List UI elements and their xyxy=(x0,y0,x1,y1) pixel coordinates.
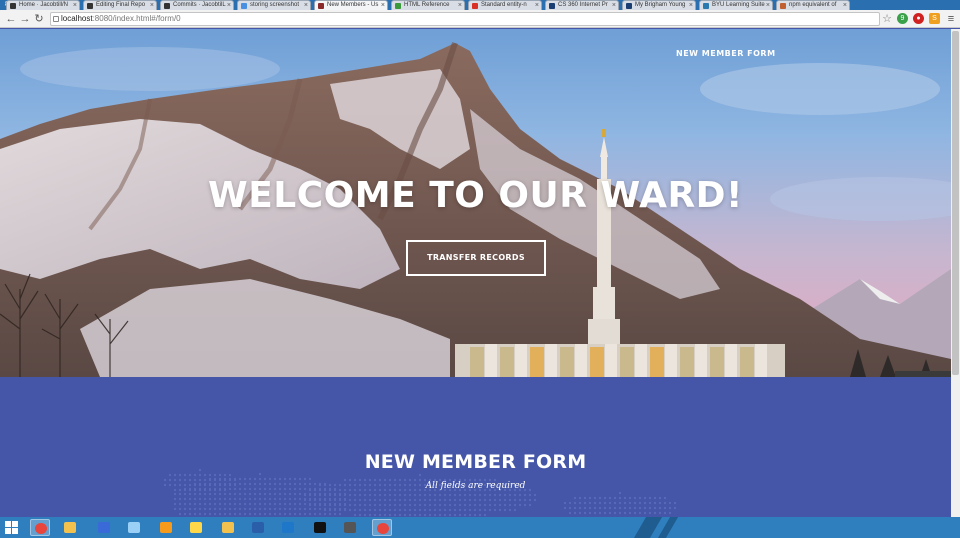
windows-taskbar xyxy=(0,517,960,538)
tab-favicon-icon xyxy=(318,3,324,9)
tab-label: Standard entity-n xyxy=(481,2,527,8)
browser-tab[interactable]: New Members - Us × xyxy=(314,0,388,10)
browser-tab-strip: 8 Home · Jacobtill/N×Editing Final Repo×… xyxy=(0,0,960,10)
new-member-form-section xyxy=(0,377,951,517)
tab-close-icon[interactable]: × xyxy=(458,1,462,10)
browser-tab[interactable]: BYU Learning Suite × xyxy=(699,0,773,10)
tab-label: My Brigham Young xyxy=(635,2,686,8)
transfer-records-button[interactable]: TRANSFER RECORDS xyxy=(406,240,546,276)
tab-favicon-icon xyxy=(241,3,247,9)
tab-label: New Members - Us xyxy=(327,2,379,8)
terminal-icon xyxy=(314,522,326,533)
browser-tab[interactable]: HTML Reference × xyxy=(391,0,465,10)
tab-favicon-icon xyxy=(780,3,786,9)
back-icon[interactable]: ← xyxy=(4,12,18,26)
form-subtitle: All fields are required xyxy=(425,481,526,491)
browser-tab[interactable]: Commits · JacobtilL × xyxy=(160,0,234,10)
taskbar-terminal-button[interactable] xyxy=(310,519,330,536)
star-bookmark-icon[interactable]: ☆ xyxy=(880,12,894,26)
tab-label: Commits · JacobtilL xyxy=(173,2,226,8)
chrome-menu-icon[interactable]: ≡ xyxy=(944,12,958,26)
file-explorer-icon xyxy=(64,522,76,533)
tab-close-icon[interactable]: × xyxy=(843,1,847,10)
taskbar-chrome-2-button[interactable] xyxy=(372,519,392,536)
tab-favicon-icon xyxy=(164,3,170,9)
browser-tab[interactable]: My Brigham Young × xyxy=(622,0,696,10)
tab-label: BYU Learning Suite xyxy=(712,2,765,8)
tab-close-icon[interactable]: × xyxy=(227,1,231,10)
taskbar-paint-button[interactable] xyxy=(218,519,238,536)
forward-icon[interactable]: → xyxy=(18,12,32,26)
browser-tab[interactable]: Editing Final Repo × xyxy=(83,0,157,10)
sublime-icon xyxy=(344,522,356,533)
address-bar[interactable]: localhost:8080/index.html#/form/0 xyxy=(50,12,880,26)
extension-orange-icon[interactable]: S xyxy=(929,13,940,24)
lync-icon xyxy=(282,522,294,533)
chrome-icon xyxy=(35,523,47,534)
tab-favicon-icon xyxy=(626,3,632,9)
taskbar-cube-button[interactable] xyxy=(124,519,144,536)
tab-favicon-icon xyxy=(703,3,709,9)
taskbar-lync-button[interactable] xyxy=(278,519,298,536)
tab-label: npm equivalent of xyxy=(789,2,837,8)
tab-close-icon[interactable]: × xyxy=(150,1,154,10)
media-icon xyxy=(98,522,110,533)
tab-favicon-icon xyxy=(395,3,401,9)
tab-close-icon[interactable]: × xyxy=(612,1,616,10)
cube-icon xyxy=(128,522,140,533)
url-host: localhost xyxy=(61,14,93,23)
tab-close-icon[interactable]: × xyxy=(304,1,308,10)
scrollbar-thumb[interactable] xyxy=(952,31,959,375)
taskbar-chrome-button[interactable] xyxy=(30,519,50,536)
browser-tab[interactable]: Home · Jacobtill/N × xyxy=(6,0,80,10)
browser-tab[interactable]: storing screenshot × xyxy=(237,0,311,10)
browser-tab[interactable]: Standard entity-n × xyxy=(468,0,542,10)
nav-link-new-member-form[interactable]: NEW MEMBER FORM xyxy=(676,49,776,58)
tab-close-icon[interactable]: × xyxy=(381,1,385,10)
taskbar-media-button[interactable] xyxy=(94,519,114,536)
extension-green-icon[interactable]: 9 xyxy=(897,13,908,24)
start-button-icon[interactable] xyxy=(5,521,18,534)
star-icon xyxy=(190,522,202,533)
taskbar-star-button[interactable] xyxy=(186,519,206,536)
tab-favicon-icon xyxy=(472,3,478,9)
form-title: NEW MEMBER FORM xyxy=(364,451,587,473)
tab-label: Home · Jacobtill/N xyxy=(19,2,69,8)
taskbar-powershell-button[interactable] xyxy=(248,519,268,536)
reload-icon[interactable]: ↻ xyxy=(32,12,46,26)
browser-toolbar: ← → ↻ localhost:8080/index.html#/form/0 … xyxy=(0,10,960,28)
taskbar-file-explorer-button[interactable] xyxy=(60,519,80,536)
extension-red-icon[interactable]: ● xyxy=(913,13,924,24)
page-icon xyxy=(53,16,59,22)
tab-label: Editing Final Repo xyxy=(96,2,146,8)
tab-close-icon[interactable]: × xyxy=(689,1,693,10)
paint-icon xyxy=(222,522,234,533)
page-scrollbar[interactable] xyxy=(951,29,960,517)
url-path: :8080/index.html#/form/0 xyxy=(92,14,181,23)
tab-favicon-icon xyxy=(87,3,93,9)
tab-label: CS 360 Internet Pr xyxy=(558,2,608,8)
hero-title: WELCOME TO OUR WARD! xyxy=(208,175,743,216)
taskbar-flame-button[interactable] xyxy=(156,519,176,536)
taskbar-decoration xyxy=(633,517,663,538)
browser-tab[interactable]: CS 360 Internet Pr × xyxy=(545,0,619,10)
powershell-icon xyxy=(252,522,264,533)
flame-icon xyxy=(160,522,172,533)
tab-favicon-icon xyxy=(549,3,555,9)
tab-favicon-icon xyxy=(10,3,16,9)
tab-close-icon[interactable]: × xyxy=(766,1,770,10)
tab-label: storing screenshot xyxy=(250,2,300,8)
tab-close-icon[interactable]: × xyxy=(535,1,539,10)
taskbar-decoration xyxy=(657,517,679,538)
chrome-2-icon xyxy=(377,523,389,534)
world-map-background xyxy=(163,468,677,517)
tab-close-icon[interactable]: × xyxy=(73,1,77,10)
taskbar-sublime-button[interactable] xyxy=(340,519,360,536)
browser-tab[interactable]: npm equivalent of × xyxy=(776,0,850,10)
tab-label: HTML Reference xyxy=(404,2,450,8)
